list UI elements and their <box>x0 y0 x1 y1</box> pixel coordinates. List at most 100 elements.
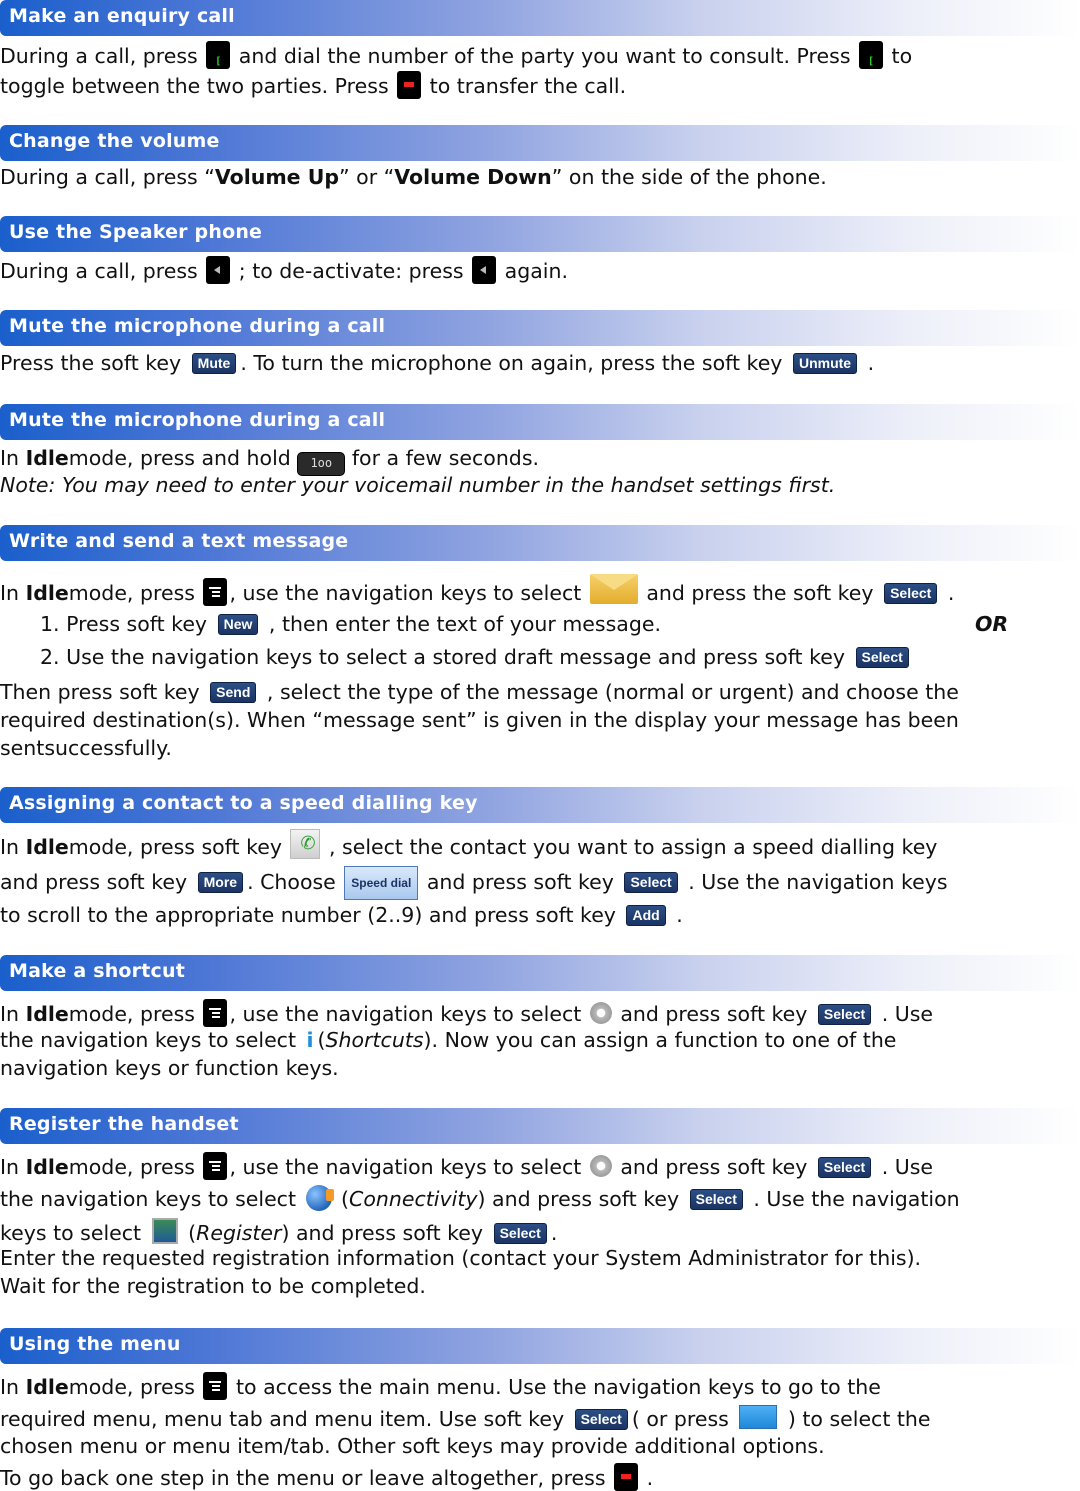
text: and press the soft key <box>639 581 881 605</box>
speaker-key-icon <box>206 256 231 284</box>
text: sentsuccessfully. <box>0 736 172 760</box>
text: Enter the requested registration informa… <box>0 1246 922 1270</box>
bold-text: Idle <box>25 835 69 859</box>
text: . Use <box>875 1002 934 1026</box>
text: and dial the number of the party you wan… <box>232 44 858 68</box>
text: , then enter the text of your message. <box>262 612 661 636</box>
text: navigation keys or function keys. <box>0 1056 339 1080</box>
section-title: Change the volume <box>9 130 220 152</box>
speed-dial-option: Speed dial <box>344 866 419 900</box>
section-header-enquiry: Make an enquiry call <box>0 0 1080 36</box>
text: In <box>0 446 26 470</box>
section-title: Assigning a contact to a speed dialling … <box>9 792 478 814</box>
add-softkey: Add <box>626 905 666 926</box>
blue-ok-key-icon <box>739 1405 778 1429</box>
text: . Use the navigation <box>746 1187 960 1211</box>
text: ( or press <box>631 1407 736 1431</box>
text: . <box>550 1221 558 1245</box>
text: required menu, menu tab and menu item. U… <box>0 1407 571 1431</box>
text: and press soft key <box>613 1002 814 1026</box>
section-header-voicemail: Mute the microphone during a call <box>0 404 1080 440</box>
red-end-key-icon <box>397 71 422 99</box>
register-icon <box>151 1218 178 1244</box>
register-line-2: the navigation keys to select (Connectiv… <box>0 1185 960 1212</box>
text: , use the navigation keys to select <box>229 1155 588 1179</box>
text: To go back one step in the menu or leave… <box>0 1466 613 1490</box>
select-softkey: Select <box>855 647 909 668</box>
text: Then press soft key <box>0 680 207 704</box>
text: . <box>669 903 683 927</box>
text-message-line-4: Then press soft key Send , select the ty… <box>0 679 959 705</box>
text: to <box>885 44 913 68</box>
enquiry-line-2: toggle between the two parties. Press to… <box>0 71 626 99</box>
register-line-5: Wait for the registration to be complete… <box>0 1273 426 1299</box>
speed-dial-line-1: In Idlemode, press soft key , select the… <box>0 829 937 860</box>
text: and press soft key <box>613 1155 814 1179</box>
text: In <box>0 581 26 605</box>
unmute-softkey: Unmute <box>792 353 858 374</box>
text: 2. Use the navigation keys to select a s… <box>40 645 852 669</box>
phonebook-icon <box>290 829 321 859</box>
text: During a call, press <box>0 44 205 68</box>
text: In <box>0 1375 26 1399</box>
text: mode, press <box>68 1375 202 1399</box>
text: to transfer the call. <box>423 74 627 98</box>
text: . Use the navigation keys <box>681 870 948 894</box>
text: keys to select <box>0 1221 148 1245</box>
text: , use the navigation keys to select <box>229 581 588 605</box>
text: ( <box>181 1221 197 1245</box>
text: to access the main menu. Use the navigat… <box>229 1375 881 1399</box>
text: the navigation keys to select <box>0 1028 303 1052</box>
mute-line-1: Press the soft key Mute. To turn the mic… <box>0 350 874 376</box>
info-icon: i <box>306 1028 314 1052</box>
text: . Choose <box>247 870 343 894</box>
speed-dial-line-2: and press soft key More. Choose Speed di… <box>0 866 948 900</box>
register-line-4: Enter the requested registration informa… <box>0 1245 921 1271</box>
voicemail-note: Note: You may need to enter your voicema… <box>0 472 835 498</box>
menu-key-icon <box>203 999 228 1027</box>
text: mode, press <box>68 1155 202 1179</box>
section-title: Mute the microphone during a call <box>9 315 386 337</box>
green-call-key-icon: [ <box>859 41 884 69</box>
text: ) to select the <box>781 1407 931 1431</box>
shortcut-line-2: the navigation keys to select i (Shortcut… <box>0 1027 896 1053</box>
section-header-register: Register the handset <box>0 1108 1080 1144</box>
speed-dial-line-3: to scroll to the appropriate number (2..… <box>0 902 683 928</box>
bold-text: Idle <box>25 446 69 470</box>
menu-line-2: required menu, menu tab and menu item. U… <box>0 1405 931 1432</box>
text: , select the type of the message (normal… <box>260 680 959 704</box>
text: , select the contact you want to assign … <box>322 835 938 859</box>
speaker-line-1: During a call, press ; to de-activate: p… <box>0 256 568 284</box>
text: . <box>640 1466 654 1490</box>
bold-text: Volume Down <box>394 165 552 189</box>
section-title: Write and send a text message <box>9 530 349 552</box>
text: . <box>861 351 875 375</box>
section-title: Make a shortcut <box>9 960 186 982</box>
green-call-key-icon: [ <box>206 41 231 69</box>
text: ” on the side of the phone. <box>551 165 827 189</box>
text: . To turn the microphone on again, press… <box>240 351 789 375</box>
text: required destination(s). When “message s… <box>0 708 959 732</box>
section-header-mute: Mute the microphone during a call <box>0 310 1080 346</box>
text: mode, press <box>68 581 202 605</box>
text: Wait for the registration to be complete… <box>0 1274 426 1298</box>
text: Press the soft key <box>0 351 188 375</box>
text: During a call, press <box>0 259 205 283</box>
menu-line-3: chosen menu or menu item/tab. Other soft… <box>0 1433 825 1459</box>
section-title: Register the handset <box>9 1113 239 1135</box>
menu-key-icon <box>203 1152 228 1180</box>
italic-text: Connectivity <box>349 1187 478 1211</box>
menu-line-1: In Idlemode, press to access the main me… <box>0 1372 881 1400</box>
note-text: Note: You may need to enter your voicema… <box>0 473 836 497</box>
mute-softkey: Mute <box>191 353 237 374</box>
more-softkey: More <box>197 872 244 893</box>
text: ) and press soft key <box>281 1221 490 1245</box>
register-line-1: In Idlemode, press , use the navigation … <box>0 1152 933 1180</box>
select-softkey: Select <box>493 1223 547 1244</box>
text: mode, press <box>68 1002 202 1026</box>
menu-line-4: To go back one step in the menu or leave… <box>0 1463 653 1491</box>
red-end-key-icon <box>614 1463 639 1491</box>
text-message-line-6: sentsuccessfully. <box>0 735 172 761</box>
or-label: OR <box>975 611 1008 637</box>
text: ( <box>334 1187 350 1211</box>
